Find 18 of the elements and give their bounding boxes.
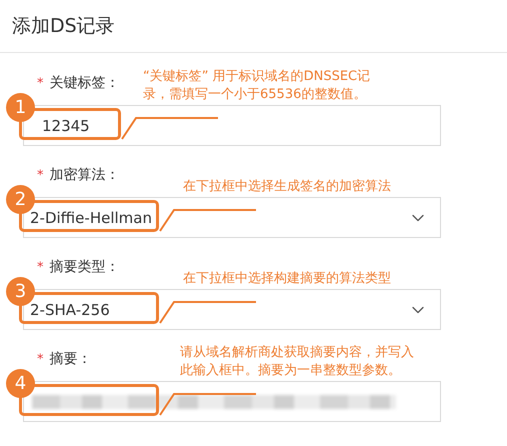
step-badge: 1 <box>6 93 35 122</box>
field-label: 摘要类型： <box>50 258 120 276</box>
required-mark: * <box>37 168 44 182</box>
required-mark: * <box>37 352 44 366</box>
field-label: 摘要： <box>50 350 92 368</box>
annotation-note: “关键标签” 用于标识域名的DNSSEC记录，需填写一个小于65536的整数值。 <box>143 68 372 104</box>
annotation-note: 在下拉框中选择构建摘要的算法类型 <box>183 270 392 288</box>
annotation-note: 请从域名解析商处获取摘要内容，并写入此输入框中。摘要为一串整数型参数。 <box>180 344 415 380</box>
field-label: 关键标签： <box>50 74 120 92</box>
dropdown-field[interactable]: 2-Diffie-Hellman <box>23 197 441 238</box>
field-value: 12345 <box>42 116 90 134</box>
input-field[interactable]: 12345 <box>23 105 441 146</box>
field-label: 加密算法： <box>50 166 120 184</box>
required-mark: * <box>37 76 44 90</box>
required-mark: * <box>37 260 44 274</box>
dialog-title: 添加DS记录 <box>12 14 115 39</box>
step-badge: 4 <box>6 369 35 398</box>
annotation-note: 在下拉框中选择生成签名的加密算法 <box>183 178 392 196</box>
